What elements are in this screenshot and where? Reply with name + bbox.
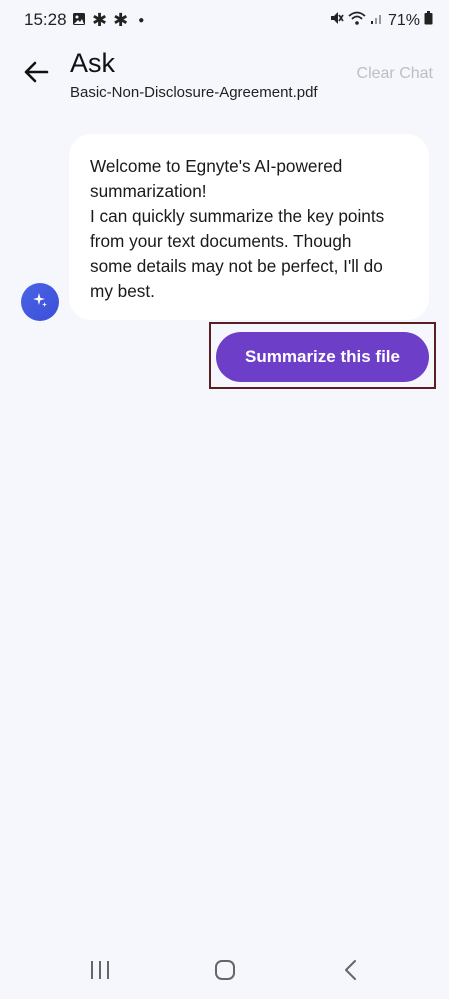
status-right-icons: 71% bbox=[328, 10, 433, 31]
status-left-icons: ✱ ✱ ● bbox=[72, 10, 144, 31]
home-icon[interactable] bbox=[214, 959, 236, 981]
back-button[interactable] bbox=[18, 56, 54, 92]
battery-level: 71% bbox=[387, 11, 420, 29]
battery-icon bbox=[424, 11, 433, 30]
recents-icon[interactable] bbox=[89, 960, 111, 980]
status-bar: 15:28 ✱ ✱ ● 71% bbox=[0, 0, 449, 42]
clear-chat-button[interactable]: Clear Chat bbox=[357, 65, 433, 83]
sparkle-icon bbox=[31, 291, 49, 314]
ai-message-bubble: Welcome to Egnyte's AI-powered summariza… bbox=[69, 134, 429, 320]
asterisk-icon: ✱ bbox=[92, 10, 108, 30]
file-name: Basic-Non-Disclosure-Agreement.pdf bbox=[70, 84, 318, 101]
back-nav-icon[interactable] bbox=[342, 959, 360, 981]
ai-avatar bbox=[21, 283, 59, 321]
arrow-left-icon bbox=[23, 61, 49, 88]
system-nav-bar bbox=[0, 945, 449, 999]
status-time: 15:28 bbox=[24, 10, 67, 29]
dot-icon: ● bbox=[138, 15, 145, 26]
gallery-icon bbox=[72, 12, 86, 30]
wifi-icon bbox=[348, 10, 366, 31]
summarize-file-button[interactable]: Summarize this file bbox=[216, 332, 429, 382]
signal-icon bbox=[370, 11, 384, 30]
page-title: Ask bbox=[70, 48, 116, 78]
asterisk-icon: ✱ bbox=[113, 10, 129, 30]
ai-message-text: Welcome to Egnyte's AI-powered summariza… bbox=[90, 156, 385, 301]
mute-icon bbox=[328, 10, 344, 31]
